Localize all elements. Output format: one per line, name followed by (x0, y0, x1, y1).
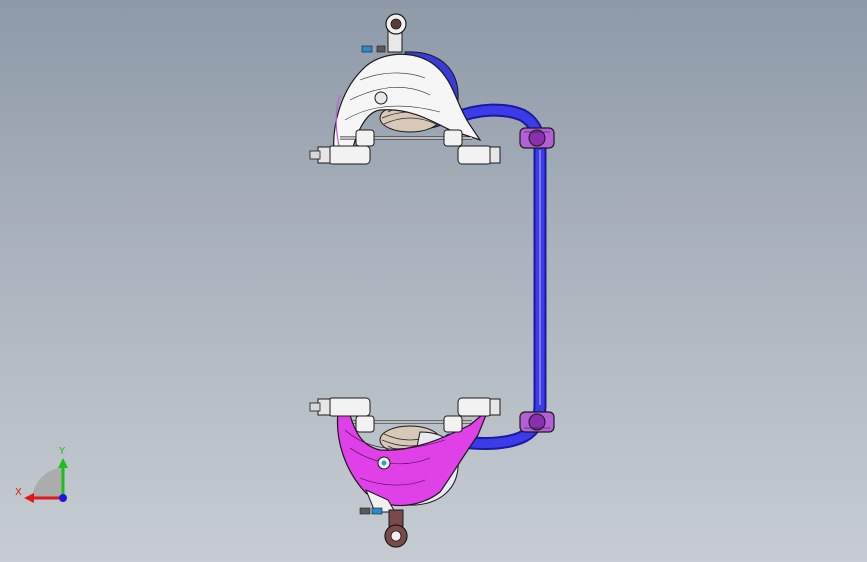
upper-suspension-assembly[interactable] (309, 13, 501, 165)
triad-x-label: X (15, 487, 22, 498)
cad-viewport[interactable]: X Y (0, 0, 867, 562)
lower-suspension-assembly[interactable] (309, 397, 501, 548)
bar-bushing-top[interactable] (519, 127, 555, 149)
ball-joint-bottom[interactable] (384, 509, 408, 548)
ball-joint-top[interactable] (385, 13, 407, 53)
bar-bushing-bottom[interactable] (519, 411, 555, 433)
triad-y-label: Y (58, 446, 66, 457)
coordinate-triad: X Y (15, 446, 68, 503)
triad-plane-icon (32, 468, 62, 498)
